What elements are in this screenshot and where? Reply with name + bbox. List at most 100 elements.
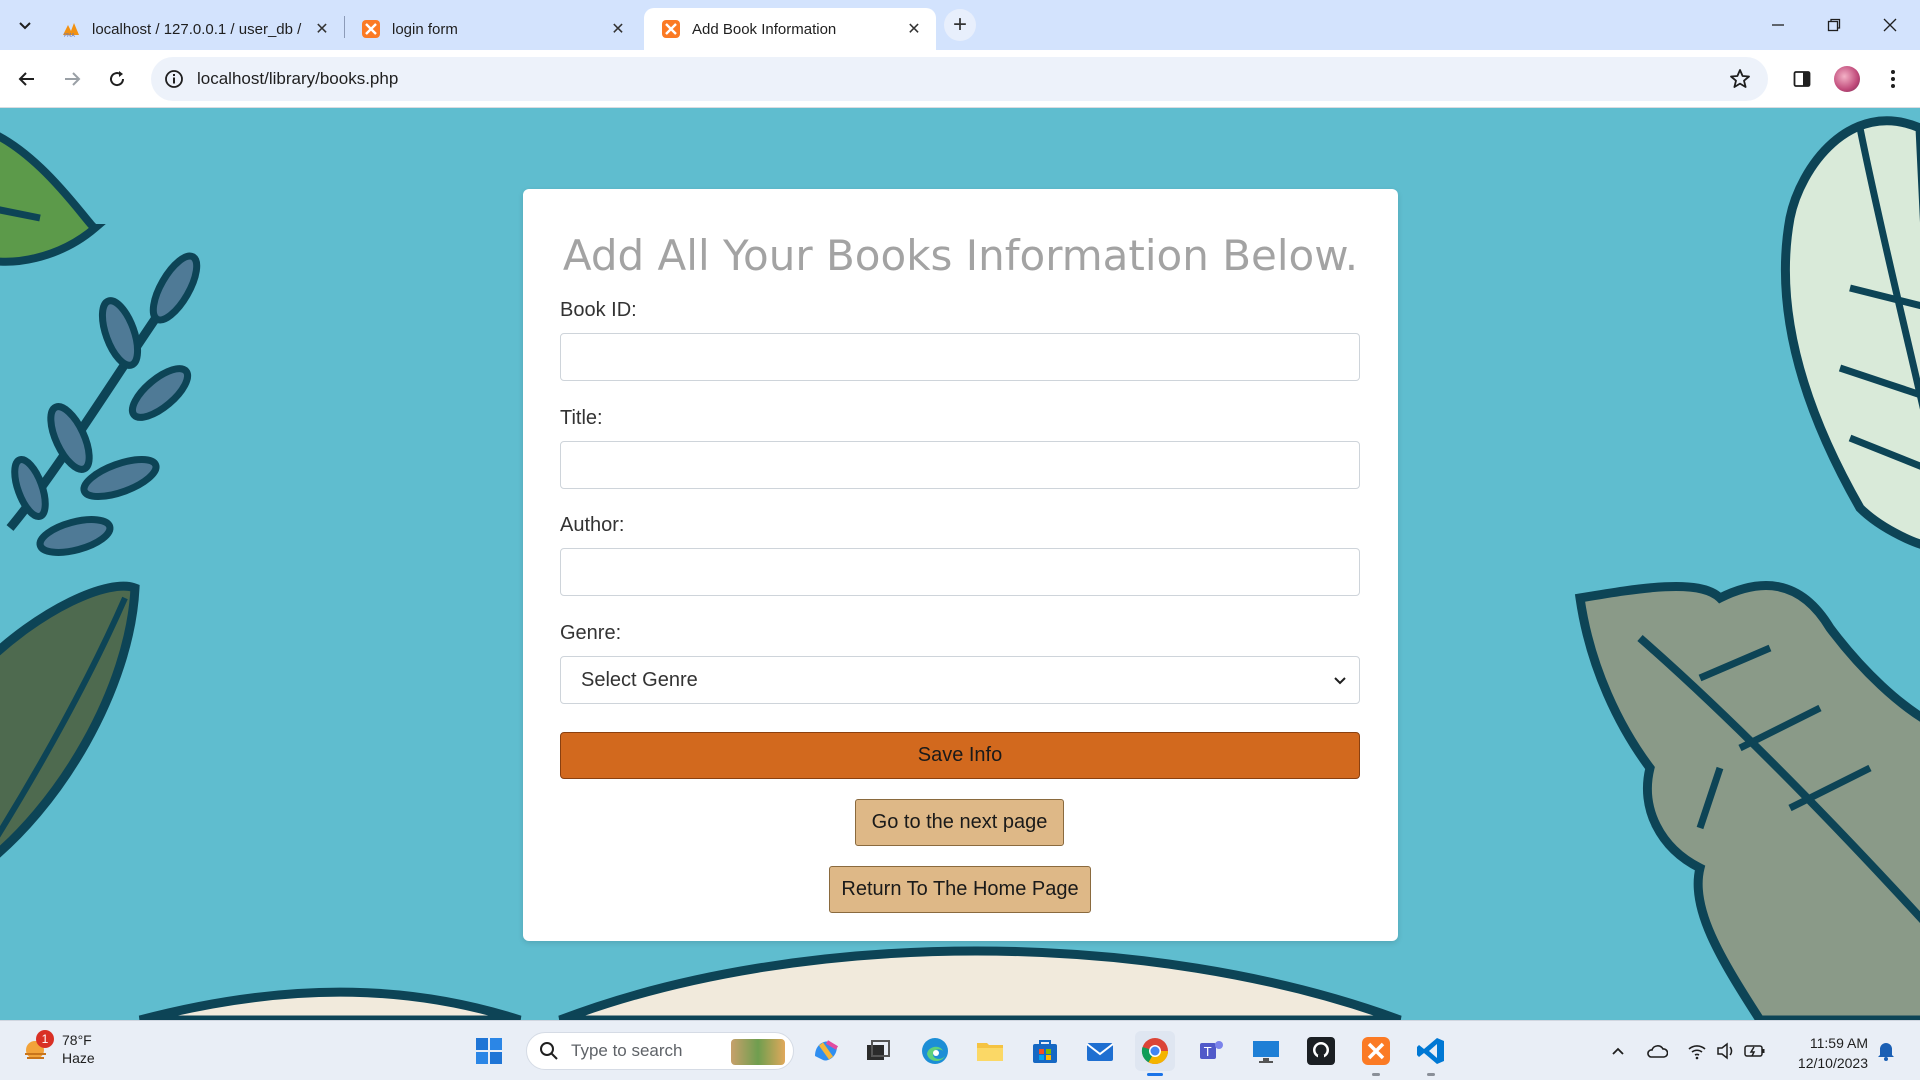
close-window-button[interactable]: [1862, 0, 1918, 50]
forward-button[interactable]: [55, 62, 89, 96]
show-hidden-icons-button[interactable]: [1606, 1039, 1630, 1063]
volume-tray[interactable]: [1714, 1039, 1738, 1063]
author-input[interactable]: [560, 548, 1360, 596]
close-icon[interactable]: ✕: [904, 19, 924, 39]
tab-title: login form: [392, 20, 458, 38]
notification-badge: 1: [36, 1030, 54, 1048]
github-icon: [1307, 1037, 1335, 1065]
tab-strip: PMA localhost / 127.0.0.1 / user_db / ✕ …: [0, 0, 1920, 50]
xampp-icon: [662, 20, 680, 38]
tab-add-book-information[interactable]: Add Book Information ✕: [644, 8, 936, 50]
chevron-down-icon: [1334, 677, 1346, 685]
edge-button[interactable]: [915, 1031, 955, 1071]
microsoft-store-button[interactable]: [1025, 1031, 1065, 1071]
chrome-icon: [1141, 1038, 1169, 1065]
search-placeholder: Type to search: [571, 1041, 683, 1060]
back-button[interactable]: [10, 62, 44, 96]
chrome-button[interactable]: [1135, 1031, 1175, 1071]
title-input[interactable]: [560, 441, 1360, 489]
book-form-card: Add All Your Books Information Below. Bo…: [523, 189, 1398, 941]
save-info-button[interactable]: Save Info: [560, 732, 1360, 779]
close-icon[interactable]: ✕: [608, 19, 628, 39]
onedrive-tray[interactable]: [1645, 1039, 1669, 1063]
avatar: [1834, 66, 1860, 92]
remote-desktop-button[interactable]: [1246, 1031, 1286, 1071]
cloud-icon: [1647, 1045, 1668, 1058]
book-id-input[interactable]: [560, 333, 1360, 381]
new-tab-button[interactable]: +: [944, 9, 976, 41]
title-label: Title:: [560, 407, 603, 429]
side-panel-button[interactable]: [1785, 62, 1819, 96]
restore-button[interactable]: [1806, 0, 1862, 50]
browser-menu-button[interactable]: [1876, 62, 1910, 96]
clock-date: 12/10/2023: [1797, 1055, 1868, 1071]
genre-select-value: Select Genre: [581, 668, 698, 691]
minimize-button[interactable]: [1750, 0, 1806, 50]
close-icon[interactable]: ✕: [312, 19, 332, 39]
tab-title: Add Book Information: [692, 20, 837, 38]
bell-icon: [1878, 1043, 1894, 1061]
page-viewport: Add All Your Books Information Below. Bo…: [0, 108, 1920, 1020]
mail-button[interactable]: [1080, 1031, 1120, 1071]
browser-toolbar: localhost/library/books.php: [0, 50, 1920, 108]
bookmark-star-icon[interactable]: [1728, 67, 1752, 91]
battery-tray[interactable]: [1743, 1039, 1767, 1063]
tab-login-form[interactable]: login form ✕: [344, 8, 640, 50]
chevron-up-icon: [1612, 1047, 1624, 1055]
author-label: Author:: [560, 514, 625, 536]
windows-taskbar: 1 78°F Haze Type to search T 11:59 AM 12…: [0, 1020, 1920, 1080]
wifi-icon: [1688, 1045, 1706, 1060]
task-view-icon: [867, 1040, 890, 1060]
github-desktop-button[interactable]: [1301, 1031, 1341, 1071]
page-title: Add All Your Books Information Below.: [562, 231, 1359, 280]
xampp-icon: [1362, 1037, 1390, 1065]
weather-widget[interactable]: 1 78°F Haze: [22, 1030, 95, 1067]
reload-button[interactable]: [100, 62, 134, 96]
address-bar[interactable]: localhost/library/books.php: [151, 57, 1768, 101]
edge-icon: [922, 1038, 948, 1064]
genre-select[interactable]: Select Genre: [560, 656, 1360, 704]
start-button[interactable]: [469, 1031, 509, 1071]
tab-title: localhost / 127.0.0.1 / user_db /: [92, 20, 302, 38]
next-page-button[interactable]: Go to the next page: [855, 799, 1064, 846]
plus-icon: +: [952, 11, 967, 38]
task-view-button[interactable]: [858, 1031, 898, 1071]
xampp-control-button[interactable]: [1356, 1031, 1396, 1071]
genre-label: Genre:: [560, 622, 622, 644]
taskbar-search[interactable]: Type to search: [526, 1032, 794, 1070]
folder-icon: [977, 1043, 1003, 1061]
search-icon: [540, 1042, 558, 1060]
side-panel-icon: [1793, 71, 1811, 87]
system-clock[interactable]: 11:59 AM 12/10/2023: [1782, 1033, 1868, 1073]
phpmyadmin-icon: PMA: [63, 23, 79, 38]
book-id-label: Book ID:: [560, 299, 637, 321]
arrow-right-icon: [65, 72, 81, 86]
weather-haze-icon: 1: [22, 1030, 54, 1064]
chrome-active-indicator: [1147, 1073, 1163, 1076]
weather-condition: Haze: [62, 1050, 95, 1066]
teams-button[interactable]: T: [1191, 1031, 1231, 1071]
home-page-button[interactable]: Return To The Home Page: [829, 866, 1091, 913]
site-info-icon[interactable]: [163, 68, 185, 90]
reload-icon: [110, 71, 125, 87]
svg-text:PMA: PMA: [64, 33, 75, 38]
mail-icon: [1086, 1043, 1114, 1061]
tab-phpmyadmin[interactable]: PMA localhost / 127.0.0.1 / user_db / ✕: [44, 8, 344, 50]
copilot-button[interactable]: [806, 1031, 846, 1071]
speaker-icon: [1717, 1042, 1733, 1060]
profile-button[interactable]: [1830, 62, 1864, 96]
tab-search-button[interactable]: [8, 8, 42, 42]
weather-temperature: 78°F: [62, 1032, 92, 1048]
monitor-icon: [1253, 1041, 1279, 1063]
url-text[interactable]: localhost/library/books.php: [197, 69, 398, 89]
file-explorer-button[interactable]: [970, 1031, 1010, 1071]
clock-time: 11:59 AM: [1809, 1035, 1868, 1051]
wifi-tray[interactable]: [1685, 1039, 1709, 1063]
windows-logo-icon: [476, 1038, 502, 1064]
copilot-icon: [815, 1040, 839, 1061]
more-vertical-icon: [1891, 70, 1895, 88]
teams-icon: T: [1200, 1041, 1223, 1059]
vscode-running-indicator: [1427, 1073, 1435, 1076]
vscode-button[interactable]: [1411, 1031, 1451, 1071]
notifications-button[interactable]: [1874, 1039, 1898, 1063]
